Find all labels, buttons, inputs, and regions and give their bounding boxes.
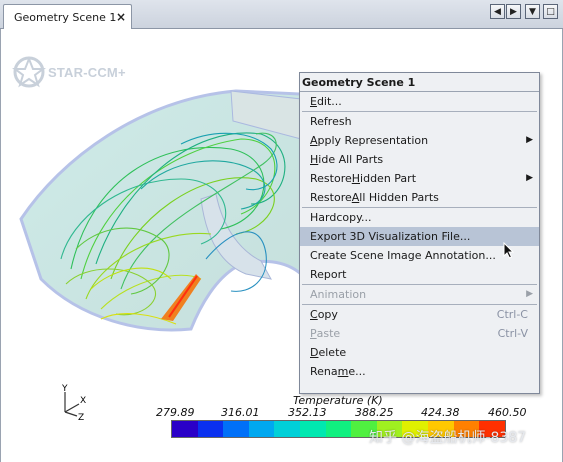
colorbar-swatch <box>325 421 352 437</box>
colorbar-tick: 316.01 <box>221 406 260 419</box>
submenu-arrow-icon: ▶ <box>526 135 533 145</box>
menu-item-rename[interactable]: Rena m e... <box>300 362 539 381</box>
colorbar-swatch <box>197 421 224 437</box>
menu-item-animation[interactable]: Animation ▶ <box>300 285 539 304</box>
context-menu-title: Geometry Scene 1 <box>300 73 539 92</box>
colorbar-swatch <box>223 421 249 437</box>
mouse-pointer-icon <box>503 242 515 259</box>
watermark: 知乎 @海盗船机师-8387 <box>369 430 527 446</box>
context-menu: Geometry Scene 1 Edit... Refresh Apply R… <box>299 72 540 394</box>
colorbar-tick: 460.50 <box>488 406 527 419</box>
menu-item-refresh[interactable]: Refresh <box>300 112 539 131</box>
axis-z-label: Z <box>78 413 84 422</box>
axis-y-label: Y <box>61 384 68 394</box>
menu-item-paste[interactable]: Paste Ctrl-V <box>300 324 539 343</box>
menu-item-delete[interactable]: Delete <box>300 343 539 362</box>
tab-title: Geometry Scene 1 <box>14 10 117 24</box>
menu-item-hide-all-parts[interactable]: Hide All Parts <box>300 150 539 169</box>
colorbar-tick: 352.13 <box>288 406 327 419</box>
menu-item-restore-hidden-part[interactable]: Restore Hidden Part ▶ <box>300 169 539 188</box>
colorbar-swatch <box>274 421 301 437</box>
tab-list-icon[interactable]: ▼ <box>525 4 540 19</box>
scroll-right-icon[interactable]: ▶ <box>506 4 521 19</box>
star-logo-icon <box>12 56 46 88</box>
colorbar-tick: 279.89 <box>156 406 195 419</box>
menu-item-edit[interactable]: Edit... <box>300 92 539 111</box>
restore-window-icon[interactable]: □ <box>543 4 558 19</box>
menu-item-report[interactable]: Report <box>300 265 539 284</box>
shortcut-label: Ctrl-V <box>497 327 528 340</box>
star-ccm-logo: STAR-CCM+ <box>12 55 126 89</box>
submenu-arrow-icon: ▶ <box>526 289 533 299</box>
shortcut-label: Ctrl-C <box>496 308 528 321</box>
logo-text: STAR-CCM+ <box>48 64 126 80</box>
menu-item-hardcopy[interactable]: Hardcopy... <box>300 208 539 227</box>
colorbar-tick: 424.38 <box>421 406 460 419</box>
colorbar-tick: 388.25 <box>355 406 394 419</box>
scroll-left-icon[interactable]: ◀ <box>490 4 505 19</box>
tab-bar: Geometry Scene 1 × ◀ ▶ ▼ □ <box>0 0 563 29</box>
menu-item-copy[interactable]: Copy Ctrl-C <box>300 305 539 324</box>
menu-item-apply-representation[interactable]: Apply Representation ▶ <box>300 131 539 150</box>
axis-x-label: X <box>80 396 86 406</box>
tab-geometry-scene[interactable]: Geometry Scene 1 × <box>3 4 132 29</box>
close-icon[interactable]: × <box>116 10 126 24</box>
colorbar-swatch <box>300 421 326 437</box>
axes-triad: Y X Z <box>61 384 86 422</box>
colorbar-swatch <box>248 421 275 437</box>
submenu-arrow-icon: ▶ <box>526 173 533 183</box>
menu-item-restore-all-hidden-parts[interactable]: Restore All Hidden Parts <box>300 188 539 207</box>
colorbar-swatch <box>172 421 198 437</box>
